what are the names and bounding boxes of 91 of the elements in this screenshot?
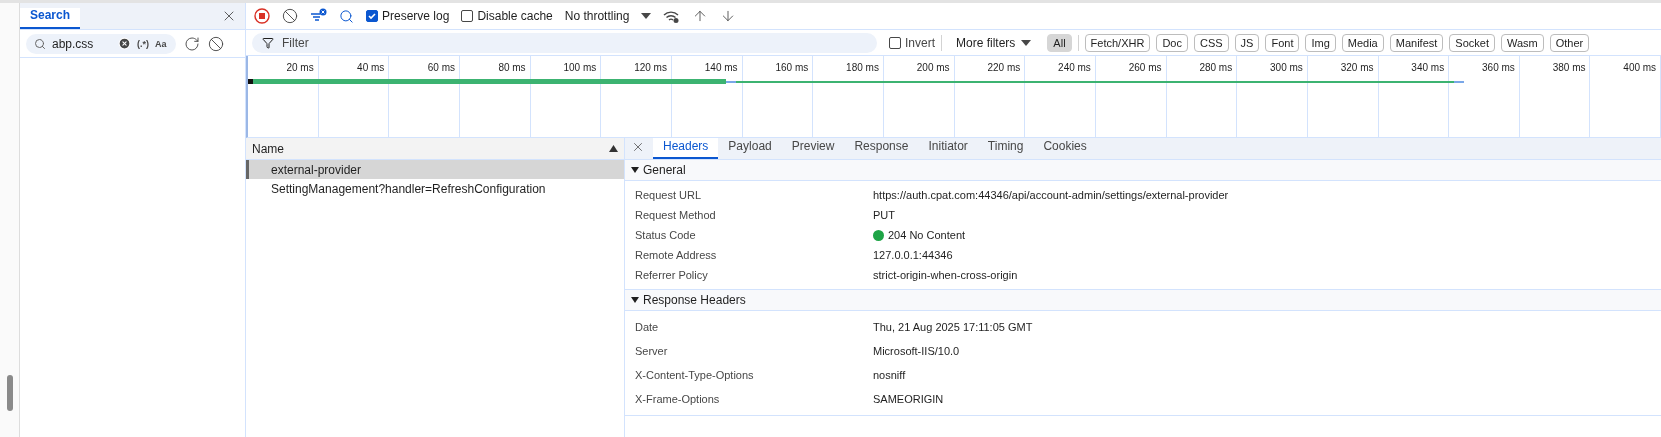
caret-icon[interactable] xyxy=(641,12,652,20)
time-tick-label: 140 ms xyxy=(704,62,738,74)
header-value: strict-origin-when-cross-origin xyxy=(873,269,1018,281)
search-icon[interactable] xyxy=(339,8,354,24)
caret-icon xyxy=(631,296,639,304)
time-tick-label: 20 ms xyxy=(286,62,314,74)
type-filter-chip[interactable]: JS xyxy=(1234,33,1260,52)
type-filter-chip[interactable]: Manifest xyxy=(1389,33,1444,52)
clear-icon[interactable] xyxy=(208,35,224,52)
details-tab[interactable]: Payload xyxy=(718,134,782,159)
time-tick-label: 340 ms xyxy=(1411,62,1445,74)
regex-toggle[interactable]: (.*) xyxy=(137,38,149,49)
type-filter-chip[interactable]: Doc xyxy=(1156,33,1188,52)
time-tick-label: 220 ms xyxy=(987,62,1021,74)
sort-up-icon xyxy=(609,145,618,152)
type-filter-chip[interactable]: All xyxy=(1047,33,1072,52)
checkbox[interactable] xyxy=(889,36,901,49)
type-filter-chip[interactable]: Font xyxy=(1265,33,1300,52)
details-tab[interactable]: Cookies xyxy=(1033,134,1097,159)
details-tab[interactable]: Initiator xyxy=(918,134,978,159)
type-filter-chip[interactable]: Other xyxy=(1549,33,1590,52)
header-name: Server xyxy=(635,345,669,357)
type-filter-chip[interactable]: Media xyxy=(1341,33,1384,52)
case-toggle[interactable]: Aa xyxy=(155,38,167,49)
time-tick-label: 260 ms xyxy=(1128,62,1162,74)
header-name: Request Method xyxy=(635,209,717,221)
more-filters-dropdown[interactable]: More filters xyxy=(956,35,1016,50)
time-tick-label: 100 ms xyxy=(563,62,597,74)
section-title: Response Headers xyxy=(643,293,746,307)
filter-icon[interactable] xyxy=(310,8,327,24)
type-filter-chip[interactable]: Fetch/XHR xyxy=(1084,33,1151,52)
type-filter-chip[interactable]: Wasm xyxy=(1500,33,1544,52)
header-name: Date xyxy=(635,321,660,333)
clear-icon[interactable] xyxy=(282,8,298,24)
caret-icon[interactable] xyxy=(1021,38,1032,47)
time-tick-label: 240 ms xyxy=(1058,62,1091,74)
checkbox[interactable] xyxy=(461,10,474,22)
header-value: 204 No Content xyxy=(888,229,966,241)
time-tick-label: 360 ms xyxy=(1482,62,1515,74)
header-name: Status Code xyxy=(635,229,697,241)
request-row[interactable]: SettingManagement?handler=RefreshConfiguration xyxy=(246,179,624,198)
header-name: X-Frame-Options xyxy=(635,393,721,405)
header-name: Referrer Policy xyxy=(635,269,709,281)
refresh-icon[interactable] xyxy=(184,35,200,52)
time-tick-label: 60 ms xyxy=(427,62,455,74)
scrollbar-thumb[interactable] xyxy=(6,375,13,411)
search-field[interactable]: abp.css (.*) Aa xyxy=(26,33,176,54)
time-tick-label: 180 ms xyxy=(846,62,879,74)
record-icon[interactable] xyxy=(254,8,270,24)
type-filter-chip[interactable]: Img xyxy=(1305,33,1336,52)
search-tab[interactable]: Search xyxy=(20,8,81,29)
time-tick-label: 160 ms xyxy=(775,62,809,74)
details-tab[interactable]: Timing xyxy=(977,134,1034,159)
filter-field[interactable]: Filter xyxy=(252,32,877,53)
checkbox-label: Preserve log xyxy=(382,9,450,23)
checkbox-label: Disable cache xyxy=(477,9,553,23)
section-title: General xyxy=(643,163,686,177)
checkbox-label: Invert xyxy=(905,35,935,50)
header-value: Thu, 21 Aug 2025 17:11:05 GMT xyxy=(873,321,1033,333)
time-tick-label: 40 ms xyxy=(357,62,385,74)
time-tick-label: 380 ms xyxy=(1552,62,1586,74)
details-tab[interactable]: Preview xyxy=(781,134,845,159)
header-value: PUT xyxy=(873,209,895,221)
header-name: X-Content-Type-Options xyxy=(635,369,755,381)
checkbox[interactable] xyxy=(366,10,378,22)
time-tick-label: 200 ms xyxy=(916,62,950,74)
column-title: Name xyxy=(252,141,284,156)
throttling-dropdown[interactable]: No throttling xyxy=(564,9,630,23)
time-tick-label: 400 ms xyxy=(1623,62,1657,74)
filter-icon xyxy=(262,36,274,49)
caret-icon xyxy=(631,166,639,174)
header-value: 127.0.0.1:44346 xyxy=(873,249,953,261)
header-name: Request URL xyxy=(635,189,703,201)
request-row[interactable]: external-provider xyxy=(246,160,624,179)
search-icon xyxy=(34,37,46,50)
header-name: Remote Address xyxy=(635,249,718,261)
time-tick-label: 300 ms xyxy=(1270,62,1303,74)
time-tick-label: 80 ms xyxy=(498,62,526,74)
type-filter-chip[interactable]: Socket xyxy=(1449,33,1495,52)
time-tick-label: 320 ms xyxy=(1340,62,1374,74)
section-header[interactable]: General xyxy=(625,160,1661,181)
time-tick-label: 280 ms xyxy=(1199,62,1233,74)
type-filter-chip[interactable]: CSS xyxy=(1193,33,1229,52)
column-header[interactable]: Name xyxy=(246,138,624,160)
header-value: https://auth.cpat.com:44346/api/account-admin/settings/external-provider xyxy=(873,189,1229,201)
header-value: nosniff xyxy=(873,369,906,381)
time-tick-label: 120 ms xyxy=(634,62,667,74)
header-value: SAMEORIGIN xyxy=(873,393,944,405)
details-tab[interactable]: Response xyxy=(844,134,919,159)
section-header[interactable]: Response Headers xyxy=(625,290,1661,311)
header-value: Microsoft-IIS/10.0 xyxy=(873,345,960,357)
